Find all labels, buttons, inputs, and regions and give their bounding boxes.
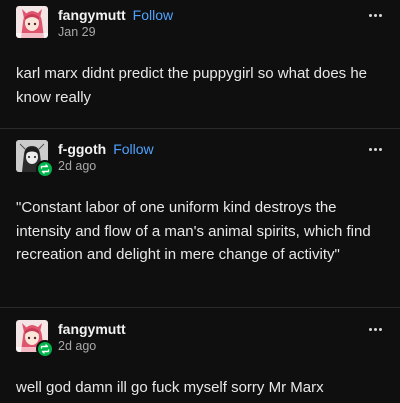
timestamp[interactable]: 2d ago bbox=[58, 339, 96, 353]
name-row: fangymutt bbox=[58, 320, 126, 338]
username[interactable]: fangymutt bbox=[58, 7, 126, 23]
post-header: fangymutt 2d ago bbox=[0, 320, 400, 364]
post-1: fangymutt Follow Jan 29 karl marx didnt … bbox=[0, 6, 400, 106]
more-options-icon[interactable] bbox=[369, 328, 382, 331]
timestamp[interactable]: Jan 29 bbox=[58, 25, 96, 39]
post-3: fangymutt 2d ago well god damn ill go fu… bbox=[0, 320, 400, 396]
more-options-icon[interactable] bbox=[369, 148, 382, 151]
reblog-icon bbox=[36, 340, 54, 358]
post-text: well god damn ill go fuck myself sorry M… bbox=[16, 379, 324, 396]
follow-button[interactable]: Follow bbox=[133, 7, 173, 23]
timestamp[interactable]: 2d ago bbox=[58, 159, 96, 173]
post-2: f-ggoth Follow 2d ago "Constant labor of… bbox=[0, 140, 400, 263]
divider bbox=[0, 307, 400, 308]
post-text: "Constant labor of one uniform kind dest… bbox=[16, 199, 371, 263]
more-options-icon[interactable] bbox=[369, 14, 382, 17]
post-text: karl marx didnt predict the puppygirl so… bbox=[16, 65, 368, 106]
post-header: f-ggoth Follow 2d ago bbox=[0, 140, 400, 184]
avatar[interactable] bbox=[16, 6, 48, 38]
reblog-icon bbox=[36, 160, 54, 178]
username[interactable]: f-ggoth bbox=[58, 141, 106, 157]
follow-button[interactable]: Follow bbox=[113, 141, 153, 157]
post-header: fangymutt Follow Jan 29 bbox=[0, 6, 400, 50]
name-row: f-ggoth Follow bbox=[58, 140, 154, 158]
username[interactable]: fangymutt bbox=[58, 321, 126, 337]
name-row: fangymutt Follow bbox=[58, 6, 173, 24]
divider bbox=[0, 128, 400, 129]
